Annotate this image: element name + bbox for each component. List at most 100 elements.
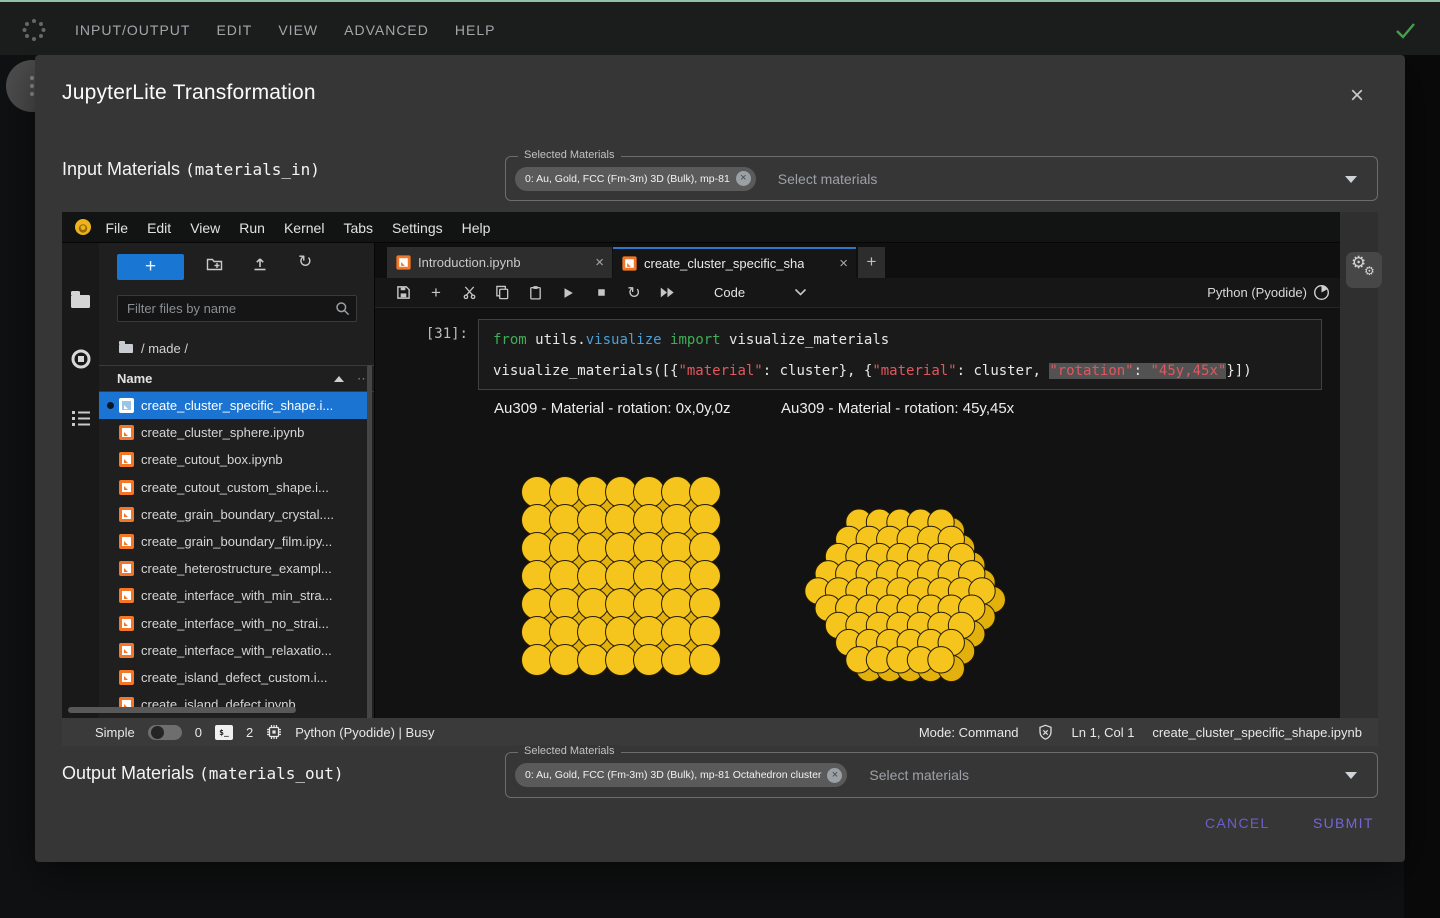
screen: INPUT/OUTPUT EDIT VIEW ADVANCED HELP Jupyter… (0, 0, 1440, 918)
new-folder-icon[interactable] (206, 256, 223, 272)
input-materials-label: Input Materials (62, 159, 185, 179)
file-row-create-interface-with-relaxatio[interactable]: create_interface_with_relaxatio... (99, 637, 369, 664)
file-name: create_cutout_box.ipynb (141, 452, 283, 467)
jupyter-menu-file[interactable]: File (96, 220, 138, 236)
topbar-menu-advanced[interactable]: ADVANCED (344, 22, 429, 38)
jupyter-menu-run[interactable]: Run (230, 220, 275, 236)
file-name: create_grain_boundary_crystal.... (141, 507, 334, 522)
material-chip-label: 0: Au, Gold, FCC (Fm-3m) 3D (Bulk), mp-8… (525, 173, 730, 185)
kernel-status-text[interactable]: Python (Pyodide) | Busy (295, 725, 434, 740)
sort-ascending-icon[interactable] (334, 376, 344, 382)
file-row-create-island-defect-custom-i[interactable]: create_island_defect_custom.i... (99, 664, 369, 691)
left-sidebar (62, 243, 99, 718)
file-browser-tab-icon[interactable] (71, 295, 90, 308)
new-launcher-button[interactable]: + (117, 254, 184, 280)
file-list: create_cluster_specific_shape.i...create… (99, 392, 369, 718)
topbar-menu-input-output[interactable]: INPUT/OUTPUT (75, 22, 190, 38)
vertical-dots-icon (30, 76, 34, 80)
file-row-create-cutout-box-ipynb[interactable]: create_cutout_box.ipynb (99, 446, 369, 473)
jupyter-menu-help[interactable]: Help (452, 220, 500, 236)
file-list-horizontal-scrollbar[interactable] (68, 707, 296, 713)
submit-button[interactable]: SUBMIT (1313, 815, 1374, 831)
topbar-menu-help[interactable]: HELP (455, 22, 496, 38)
material-chip[interactable]: 0: Au, Gold, FCC (Fm-3m) 3D (Bulk), mp-8… (515, 763, 847, 787)
file-browser-panel: + ↻ (99, 243, 374, 718)
chevron-down-icon[interactable] (794, 288, 807, 297)
file-row-create-heterostructure-exampl[interactable]: create_heterostructure_exampl... (99, 555, 369, 582)
restart-kernel-icon[interactable]: ↻ (626, 285, 642, 301)
file-list-header[interactable]: Name ⋯ (99, 365, 374, 392)
dropdown-caret-icon[interactable] (1345, 176, 1357, 183)
save-icon[interactable] (395, 285, 411, 301)
upload-icon[interactable] (252, 256, 268, 272)
kernel-indicator[interactable]: Python (Pyodide) (1207, 284, 1330, 301)
file-row-create-grain-boundary-film-ipy[interactable]: create_grain_boundary_film.ipy... (99, 528, 369, 555)
jupyter-menu: FileEditViewRunKernelTabsSettingsHelp (96, 212, 500, 243)
close-icon[interactable]: × (1343, 83, 1371, 111)
breadcrumb[interactable]: / made / (119, 341, 188, 356)
tab-create-cluster-specific-shape[interactable]: create_cluster_specific_sha × (613, 247, 856, 278)
materials-out-code: (materials_out) (199, 764, 344, 783)
cut-cell-icon[interactable] (461, 285, 477, 301)
copy-cell-icon[interactable] (494, 285, 510, 301)
notebook-icon (119, 534, 134, 549)
topbar-menu-view[interactable]: VIEW (278, 22, 318, 38)
active-filename: create_cluster_specific_shape.ipynb (1152, 725, 1362, 740)
chip-remove-icon[interactable]: × (736, 171, 751, 186)
file-row-create-cutout-custom-shape-i[interactable]: create_cutout_custom_shape.i... (99, 474, 369, 501)
file-row-create-grain-boundary-crystal[interactable]: create_grain_boundary_crystal.... (99, 501, 369, 528)
file-name: create_cluster_sphere.ipynb (141, 425, 304, 440)
notebook-toolbar: + ↻ (375, 278, 1340, 308)
command-mode-indicator[interactable]: Mode: Command (919, 725, 1019, 740)
terminals-count[interactable]: 0 (195, 725, 202, 740)
output-materials-select[interactable]: Selected Materials 0: Au, Gold, FCC (Fm-… (505, 752, 1378, 798)
jupyter-menu-settings[interactable]: Settings (383, 220, 453, 236)
execution-count: [31]: (396, 326, 468, 342)
kernels-count[interactable]: 2 (246, 725, 253, 740)
dropdown-caret-icon[interactable] (1345, 772, 1357, 779)
run-cell-icon[interactable] (560, 285, 576, 301)
file-list-vertical-scrollbar[interactable] (367, 365, 372, 718)
table-of-contents-tab-icon[interactable] (71, 409, 91, 427)
jupyter-menu-kernel[interactable]: Kernel (274, 220, 333, 236)
new-tab-button[interactable]: + (858, 247, 885, 278)
kernel-busy-icon (1313, 284, 1330, 301)
input-materials-select[interactable]: Selected Materials 0: Au, Gold, FCC (Fm-… (505, 156, 1378, 201)
search-icon (335, 301, 350, 316)
jupyter-menubar: FileEditViewRunKernelTabsSettingsHelp (62, 212, 1340, 243)
cancel-button[interactable]: CANCEL (1205, 815, 1270, 831)
file-row-create-interface-with-no-strai[interactable]: create_interface_with_no_strai... (99, 610, 369, 637)
close-tab-icon[interactable]: × (839, 255, 848, 272)
notebook-area: Introduction.ipynb × create_cluster_spec… (375, 243, 1340, 718)
topbar-menu-edit[interactable]: EDIT (216, 22, 252, 38)
simple-mode-toggle[interactable] (148, 725, 182, 740)
jupyter-menu-edit[interactable]: Edit (138, 220, 181, 236)
jupyter-menu-tabs[interactable]: Tabs (334, 220, 383, 236)
running-kernels-tab-icon[interactable] (70, 348, 92, 370)
file-name: create_interface_with_no_strai... (141, 616, 329, 631)
file-row-create-cluster-specific-shape-i[interactable]: create_cluster_specific_shape.i... (99, 392, 369, 419)
filter-files-input[interactable] (117, 295, 357, 322)
refresh-icon[interactable]: ↻ (298, 252, 312, 272)
file-row-create-interface-with-min-stra[interactable]: create_interface_with_min_stra... (99, 582, 369, 609)
check-icon[interactable] (1392, 17, 1418, 43)
run-all-icon[interactable] (659, 285, 675, 301)
material-chip[interactable]: 0: Au, Gold, FCC (Fm-3m) 3D (Bulk), mp-8… (515, 167, 756, 191)
home-folder-icon[interactable] (119, 344, 133, 353)
selected-materials-label: Selected Materials (518, 149, 621, 161)
add-cell-icon[interactable]: + (428, 285, 444, 301)
chip-remove-icon[interactable]: × (827, 768, 842, 783)
close-tab-icon[interactable]: × (595, 254, 604, 271)
cursor-position[interactable]: Ln 1, Col 1 (1072, 725, 1135, 740)
file-row-create-cluster-sphere-ipynb[interactable]: create_cluster_sphere.ipynb (99, 419, 369, 446)
code-cell[interactable]: from utils.visualize import visualize_ma… (478, 319, 1322, 390)
settings-fab[interactable]: ⚙ ⚙ (1346, 252, 1382, 288)
jupyter-menu-view[interactable]: View (181, 220, 230, 236)
stop-kernel-icon[interactable] (593, 285, 609, 301)
name-column-header[interactable]: Name (117, 371, 152, 386)
tab-introduction[interactable]: Introduction.ipynb × (387, 247, 612, 278)
file-row-create-island-defect-ipynb[interactable]: create_island_defect.ipynb (99, 691, 369, 718)
paste-cell-icon[interactable] (527, 285, 543, 301)
dialog-title: JupyterLite Transformation (62, 81, 316, 105)
cell-type-select[interactable]: Code (714, 285, 745, 300)
